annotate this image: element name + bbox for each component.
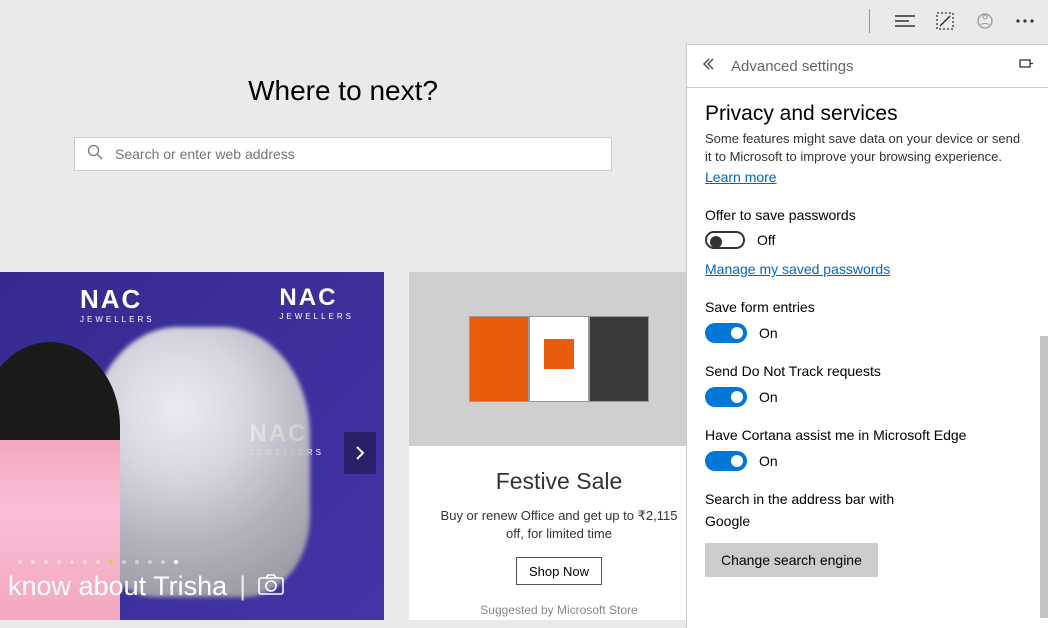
panel-body: Privacy and services Some features might… (687, 88, 1048, 628)
promo-image (409, 272, 709, 446)
hub-icon[interactable] (894, 10, 916, 32)
settings-panel: Advanced settings Privacy and services S… (686, 44, 1048, 628)
setting-label-cortana: Have Cortana assist me in Microsoft Edge (705, 427, 1030, 443)
panel-header: Advanced settings (687, 45, 1048, 88)
promo-description: Buy or renew Office and get up to ₹2,115… (433, 507, 685, 543)
change-search-engine-button[interactable]: Change search engine (705, 543, 878, 577)
share-icon[interactable] (974, 10, 996, 32)
office-box (589, 316, 649, 402)
camera-icon (258, 571, 284, 602)
setting-label-form-entries: Save form entries (705, 299, 1030, 315)
toolbar-divider (869, 9, 870, 33)
web-note-icon[interactable] (934, 10, 956, 32)
search-icon (87, 144, 103, 165)
toggle-dnt[interactable] (705, 387, 747, 407)
toggle-state: On (759, 389, 778, 405)
search-input[interactable] (115, 146, 599, 162)
content-cards: NACJEWELLERS NACJEWELLERS NACJEWELLERS k… (0, 272, 709, 620)
carousel-dots[interactable] (18, 560, 178, 564)
promo-card[interactable]: Festive Sale Buy or renew Office and get… (409, 272, 709, 620)
brand-logo: NACJEWELLERS (279, 284, 354, 321)
caption-separator: | (239, 571, 246, 602)
current-search-engine: Google (705, 513, 1030, 529)
setting-label-dnt: Send Do Not Track requests (705, 363, 1030, 379)
setting-label-search-engine: Search in the address bar with (705, 491, 1030, 507)
pin-icon[interactable] (1018, 57, 1034, 76)
page-heading: Where to next? (0, 75, 686, 107)
toggle-form-entries[interactable] (705, 323, 747, 343)
news-caption: know about Trisha | (8, 571, 284, 602)
promo-title: Festive Sale (409, 468, 709, 495)
panel-scrollbar[interactable] (1038, 88, 1048, 628)
panel-title: Advanced settings (731, 58, 1004, 75)
more-icon[interactable] (1014, 10, 1036, 32)
shop-now-button[interactable]: Shop Now (516, 557, 602, 585)
news-card[interactable]: NACJEWELLERS NACJEWELLERS NACJEWELLERS k… (0, 272, 384, 620)
main-content: Where to next? NACJEWELLERS NACJEWELLERS… (0, 0, 686, 628)
toggle-cortana[interactable] (705, 451, 747, 471)
promo-source: Suggested by Microsoft Store (409, 603, 709, 617)
search-bar[interactable] (74, 137, 612, 171)
setting-label-save-passwords: Offer to save passwords (705, 207, 1030, 223)
brand-logo: NACJEWELLERS (80, 284, 155, 324)
product-image (90, 327, 310, 597)
toggle-state: On (759, 325, 778, 341)
window-toolbar (869, 0, 1048, 42)
back-button[interactable] (701, 57, 717, 76)
scroll-thumb[interactable] (1040, 336, 1048, 618)
carousel-next-button[interactable] (344, 432, 376, 474)
manage-passwords-link[interactable]: Manage my saved passwords (705, 261, 890, 277)
office-box (469, 316, 529, 402)
section-subtitle: Some features might save data on your de… (705, 130, 1030, 165)
toggle-save-passwords[interactable] (705, 231, 745, 249)
caption-text: know about Trisha (8, 571, 227, 602)
toggle-state: Off (757, 232, 775, 248)
toggle-state: On (759, 453, 778, 469)
office-box (529, 316, 589, 402)
section-title: Privacy and services (705, 102, 1030, 126)
learn-more-link[interactable]: Learn more (705, 169, 777, 185)
